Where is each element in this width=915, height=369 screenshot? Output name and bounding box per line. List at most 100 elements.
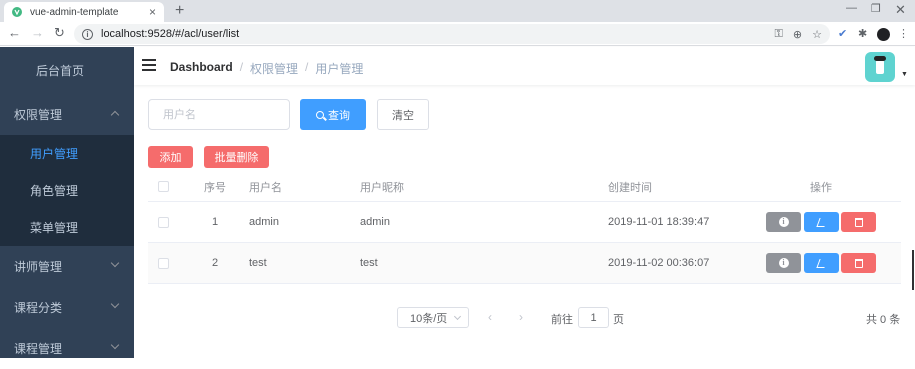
chevron-down-icon <box>110 340 120 350</box>
breadcrumb-separator: / <box>239 60 244 74</box>
page-size-value: 10条/页 <box>410 312 448 325</box>
forward-arrow-icon[interactable]: → <box>31 25 44 41</box>
sidebar-item-role-management[interactable]: 角色管理 <box>0 172 134 209</box>
site-info-icon[interactable]: i <box>82 28 93 40</box>
add-button-label: 添加 <box>159 152 182 164</box>
chevron-down-icon <box>110 258 120 268</box>
sidebar-item-home[interactable]: 后台首页 <box>0 47 134 94</box>
sidebar-item-label: 角色管理 <box>30 184 79 198</box>
column-header-nickname: 用户昵称 <box>360 181 404 194</box>
assign-role-button[interactable]: i <box>766 212 801 232</box>
browser-tabstrip: vue-admin-template × + — ❐ ✕ <box>0 0 915 22</box>
table-row: 2 test test 2019-11-02 00:36:07 i <box>148 243 901 284</box>
column-header-username: 用户名 <box>249 181 282 194</box>
info-icon: i <box>778 258 789 268</box>
trash-icon <box>854 217 863 227</box>
next-page-icon[interactable]: › <box>519 310 523 324</box>
hamburger-menu-icon[interactable] <box>142 59 156 71</box>
select-all-checkbox[interactable] <box>158 181 169 192</box>
sidebar-item-menu-management[interactable]: 菜单管理 <box>0 209 134 246</box>
scrollbar[interactable] <box>912 250 914 290</box>
new-tab-icon[interactable]: + <box>175 2 184 20</box>
search-button[interactable]: 查询 <box>300 99 366 130</box>
clear-button-label: 清空 <box>392 109 414 122</box>
batch-delete-button[interactable]: 批量删除 <box>204 146 269 168</box>
row-created: 2019-11-01 18:39:47 <box>608 216 710 228</box>
pagination: 10条/页 ‹ › 前往 页 共 0 条 <box>134 305 915 329</box>
edit-button[interactable] <box>804 253 839 273</box>
user-avatar[interactable] <box>865 52 895 82</box>
browser-menu-icon[interactable]: ⋮ <box>898 27 909 40</box>
bookmark-star-icon[interactable]: ☆ <box>812 28 822 41</box>
sidebar-submenu: 用户管理 角色管理 菜单管理 <box>0 135 134 246</box>
sidebar-group-acl[interactable]: 权限管理 <box>0 94 134 135</box>
window-close-icon[interactable]: ✕ <box>895 2 906 18</box>
sidebar-group-teacher[interactable]: 讲师管理 <box>0 246 134 287</box>
key-icon[interactable]: ⚿ <box>775 28 783 41</box>
url-text[interactable]: localhost:9528/#/acl/user/list <box>101 28 765 40</box>
info-icon: i <box>778 217 789 227</box>
username-search-input[interactable] <box>148 99 290 130</box>
table-header-row: 序号 用户名 用户昵称 创建时间 操作 <box>148 172 901 202</box>
add-user-button[interactable]: 添加 <box>148 146 193 168</box>
breadcrumb: Dashboard / 权限管理 / 用户管理 <box>170 60 363 77</box>
extension-icon[interactable]: ✔ <box>838 27 847 40</box>
reload-icon[interactable]: ↻ <box>54 25 65 41</box>
sidebar-item-user-management[interactable]: 用户管理 <box>0 135 134 172</box>
prev-page-icon[interactable]: ‹ <box>488 310 492 324</box>
sidebar-item-label: 用户管理 <box>30 147 79 161</box>
caret-down-icon[interactable]: ▼ <box>901 71 908 78</box>
vue-favicon-icon <box>12 7 22 17</box>
sidebar-group-course-category[interactable]: 课程分类 <box>0 287 134 328</box>
row-username: test <box>249 257 267 269</box>
extensions-puzzle-icon[interactable]: ✱ <box>858 27 867 40</box>
goto-label: 前往 <box>551 314 573 326</box>
chevron-down-icon <box>453 312 462 321</box>
assign-role-button[interactable]: i <box>766 253 801 273</box>
sidebar-group-course[interactable]: 课程管理 <box>0 328 134 369</box>
breadcrumb-dashboard[interactable]: Dashboard <box>170 60 233 77</box>
row-checkbox[interactable] <box>158 216 169 228</box>
address-bar[interactable]: i localhost:9528/#/acl/user/list ⚿ ⊕ ☆ <box>74 24 830 44</box>
profile-avatar-icon[interactable] <box>877 28 890 41</box>
sidebar-item-label: 菜单管理 <box>30 221 79 235</box>
restore-icon[interactable]: ❐ <box>871 2 881 15</box>
sidebar: 后台首页 权限管理 用户管理 角色管理 菜单管理 讲师管理 课程分类 课程管理 <box>0 47 134 358</box>
row-checkbox[interactable] <box>158 257 169 269</box>
row-index: 2 <box>211 257 219 269</box>
row-nickname: test <box>360 257 378 269</box>
top-navbar: Dashboard / 权限管理 / 用户管理 ▼ <box>134 47 915 85</box>
close-tab-icon[interactable]: × <box>149 6 156 18</box>
chevron-up-icon <box>110 110 120 120</box>
row-index: 1 <box>211 216 219 228</box>
minimize-icon[interactable]: — <box>846 2 857 14</box>
search-icon <box>316 110 324 119</box>
row-nickname: admin <box>360 216 390 228</box>
clear-button[interactable]: 清空 <box>377 99 429 130</box>
row-created: 2019-11-02 00:36:07 <box>608 257 710 269</box>
row-username: admin <box>249 216 279 228</box>
browser-tab-title: vue-admin-template <box>30 6 119 18</box>
back-arrow-icon[interactable]: ← <box>8 25 21 41</box>
edit-icon <box>815 258 828 268</box>
page-size-select[interactable]: 10条/页 <box>397 307 469 328</box>
column-header-index: 序号 <box>204 181 226 194</box>
page-jump-input[interactable] <box>578 307 609 328</box>
edit-icon <box>815 217 828 227</box>
sidebar-item-label: 后台首页 <box>36 64 85 78</box>
main-content: 查询 清空 添加 批量删除 序号 用户名 用户昵称 创建时间 操作 1 admi… <box>134 85 915 358</box>
sidebar-item-label: 课程分类 <box>14 301 63 315</box>
sidebar-item-label: 权限管理 <box>14 108 63 122</box>
column-header-actions: 操作 <box>810 181 832 194</box>
delete-button[interactable] <box>841 212 876 232</box>
delete-button[interactable] <box>841 253 876 273</box>
zoom-icon[interactable]: ⊕ <box>793 28 802 41</box>
page-unit-label: 页 <box>613 314 624 326</box>
sidebar-item-label: 课程管理 <box>14 342 63 356</box>
sidebar-item-label: 讲师管理 <box>14 260 63 274</box>
edit-button[interactable] <box>804 212 839 232</box>
breadcrumb-separator: / <box>305 60 309 74</box>
breadcrumb-acl: 权限管理 <box>250 62 299 76</box>
table-row: 1 admin admin 2019-11-01 18:39:47 i <box>148 202 901 243</box>
browser-tab[interactable]: vue-admin-template × <box>4 2 164 22</box>
